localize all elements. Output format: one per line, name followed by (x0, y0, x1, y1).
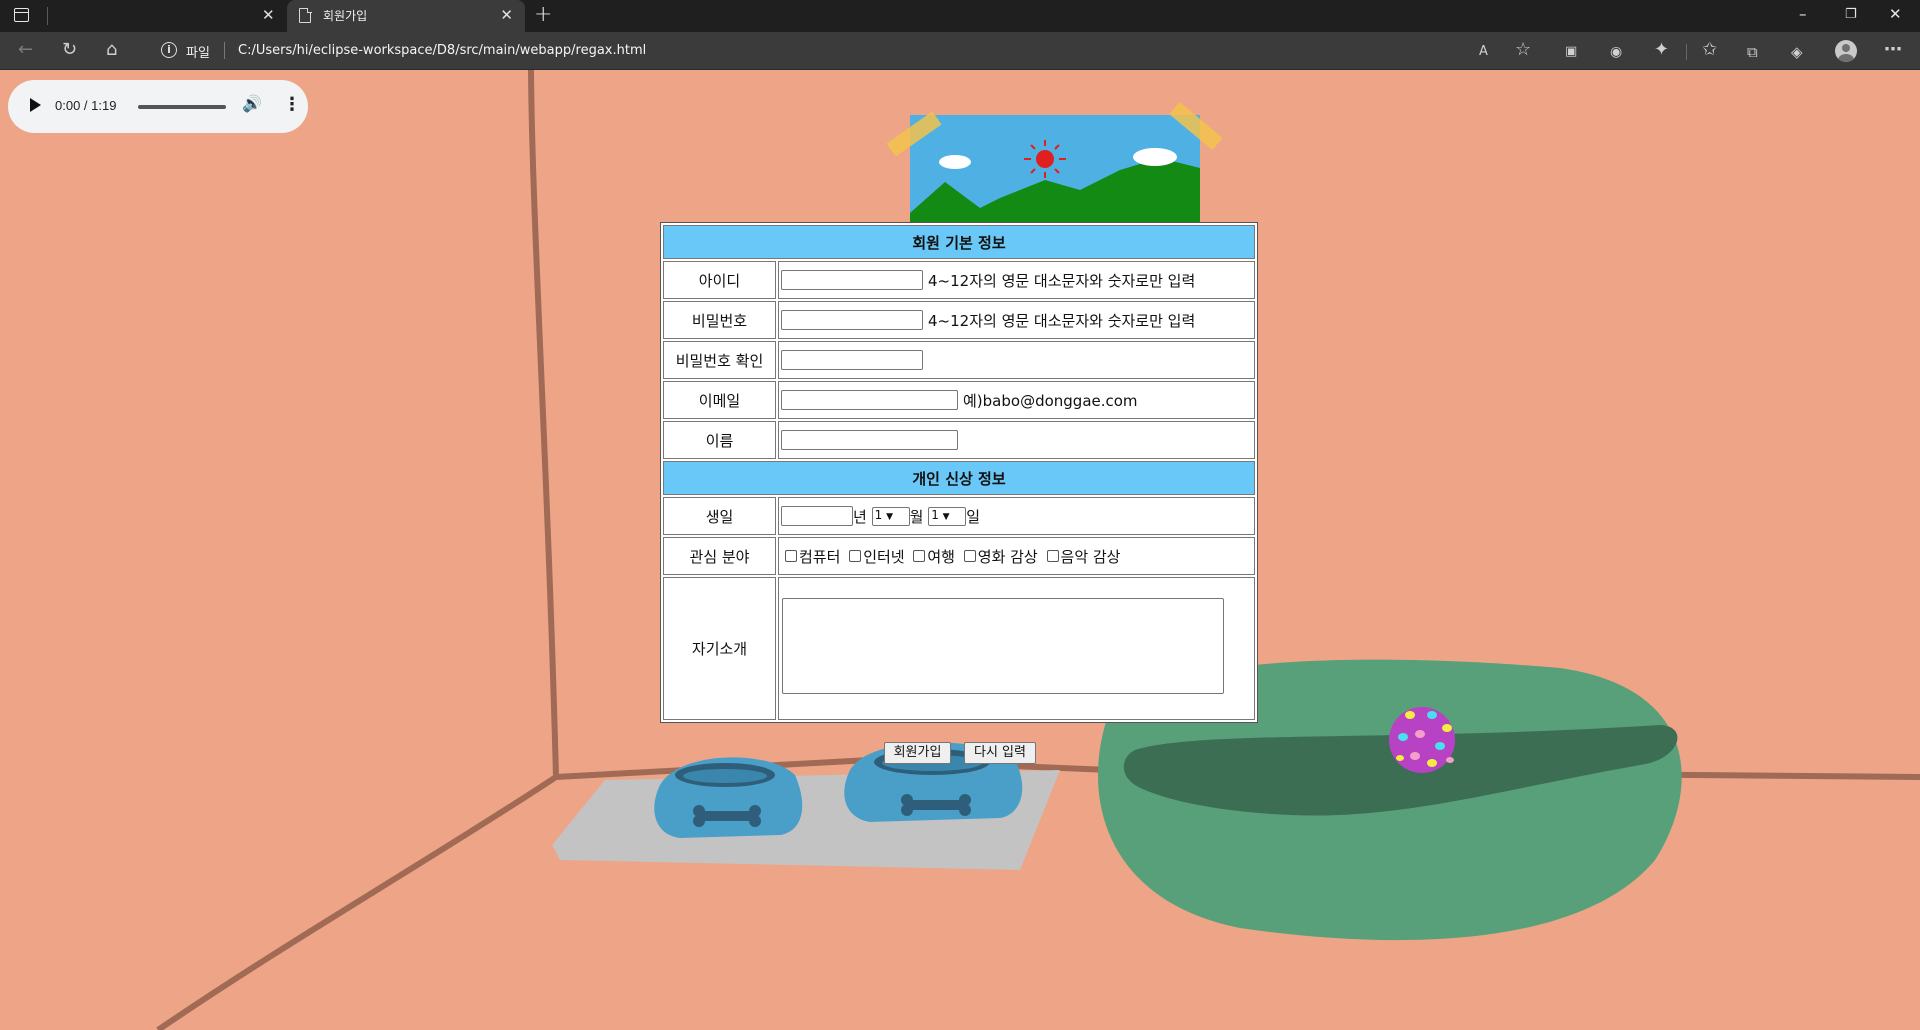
intro-label: 자기소개 (663, 577, 776, 720)
password-confirm-input[interactable] (781, 350, 923, 370)
interest-checkbox-music[interactable] (1046, 550, 1059, 562)
tab-close-icon[interactable]: ✕ (262, 6, 275, 24)
tab-actions-icon[interactable] (14, 8, 29, 22)
interest-label-movie: 영화 감상 (977, 547, 1038, 566)
read-aloud-icon[interactable]: A (1479, 42, 1488, 62)
refresh-icon[interactable]: ↻ (62, 40, 77, 60)
name-input[interactable] (781, 430, 958, 450)
favorites-icon[interactable]: ✩ (1702, 40, 1717, 60)
browser-toolbar: ← ↻ ⌂ i 파일 C:/Users/hi/eclipse-workspace… (0, 32, 1920, 70)
birth-year-input[interactable] (781, 506, 853, 526)
audio-time: 0:00 / 1:19 (55, 98, 117, 113)
day-unit: 일 (966, 507, 980, 526)
toolbar-divider (1686, 44, 1687, 60)
more-menu-icon[interactable]: ⋯ (1884, 40, 1902, 60)
address-bar[interactable]: C:/Users/hi/eclipse-workspace/D8/src/mai… (238, 43, 646, 58)
extensions-icon[interactable]: ✦ (1654, 40, 1669, 60)
restore-icon[interactable]: ❐ (1845, 7, 1857, 22)
close-window-icon[interactable]: ✕ (1889, 5, 1902, 23)
volume-icon[interactable]: 🔊 (242, 94, 262, 113)
interest-label-travel: 여행 (927, 547, 955, 566)
interest-label-internet: 인터넷 (863, 547, 905, 566)
chevron-down-icon: ▼ (886, 511, 893, 522)
interest-checkbox-internet[interactable] (849, 550, 862, 562)
year-unit: 년 (853, 507, 867, 526)
interest-label: 관심 분야 (663, 537, 776, 575)
password-confirm-label: 비밀번호 확인 (663, 341, 776, 379)
interest-checkbox-computer[interactable] (785, 550, 797, 562)
id-hint: 4~12자의 영문 대소문자와 숫자로만 입력 (928, 271, 1196, 290)
info-icon[interactable]: i (161, 42, 177, 58)
tab-divider (47, 7, 48, 25)
interest-checkbox-movie[interactable] (963, 550, 976, 562)
birthday-label: 생일 (663, 497, 776, 535)
birth-day-select[interactable]: 1 ▼ (928, 506, 967, 526)
email-input[interactable] (781, 390, 958, 410)
email-label: 이메일 (663, 381, 776, 419)
id-label: 아이디 (663, 261, 776, 299)
tab-bar: ✕ 회원가입 ✕ + – ❐ ✕ (0, 0, 1920, 32)
audio-options-icon[interactable]: ⋮ (283, 94, 301, 115)
chevron-down-icon: ▼ (942, 511, 950, 522)
signup-form-table: 회원 기본 정보 아이디 4~12자의 영문 대소문자와 숫자로만 입력 비밀번… (660, 222, 1258, 723)
audio-progress-slider[interactable] (138, 105, 226, 109)
browser-essentials-icon[interactable]: ◈ (1791, 42, 1803, 62)
back-icon[interactable]: ← (18, 40, 33, 60)
email-hint: 예)babo@donggae.com (963, 391, 1138, 410)
day-value: 1 (931, 507, 939, 522)
address-divider (224, 42, 225, 59)
immersive-reader-icon[interactable]: ▣ (1565, 42, 1577, 62)
submit-button[interactable]: 회원가입 (884, 742, 951, 764)
home-icon[interactable]: ⌂ (106, 40, 117, 60)
page-content: 0:00 / 1:19 🔊 ⋮ 회원 기본 정보 아이디 4~12자의 영문 대… (0, 70, 1920, 1030)
collections-icon[interactable]: ⧉ (1747, 42, 1758, 62)
interest-label-music: 음악 감상 (1060, 547, 1121, 566)
birth-month-select[interactable]: 1 ▼ (871, 506, 910, 526)
address-scheme: 파일 (186, 46, 210, 61)
favorite-add-icon[interactable]: ☆ (1515, 40, 1531, 60)
interest-label-computer: 컴퓨터 (799, 547, 841, 566)
id-input[interactable] (781, 270, 923, 290)
minimize-icon[interactable]: – (1799, 5, 1807, 23)
basic-info-header: 회원 기본 정보 (663, 225, 1255, 259)
tab-title: 회원가입 (323, 9, 368, 23)
page-icon (299, 7, 312, 23)
password-input[interactable] (781, 310, 923, 330)
password-label: 비밀번호 (663, 301, 776, 339)
name-label: 이름 (663, 421, 776, 459)
interest-checkbox-travel[interactable] (913, 550, 926, 562)
intro-textarea[interactable] (782, 597, 1224, 694)
play-icon[interactable] (30, 98, 41, 112)
audio-player: 0:00 / 1:19 🔊 ⋮ (8, 80, 308, 133)
tab-active[interactable]: 회원가입 ✕ (287, 0, 525, 32)
new-tab-icon[interactable]: + (534, 2, 552, 27)
password-hint: 4~12자의 영문 대소문자와 숫자로만 입력 (928, 311, 1196, 330)
reset-button[interactable]: 다시 입력 (964, 742, 1036, 764)
tab-close-icon[interactable]: ✕ (500, 6, 513, 24)
screenshot-icon[interactable]: ◉ (1610, 42, 1622, 62)
month-value: 1 (874, 507, 883, 522)
month-unit: 월 (909, 507, 924, 526)
profile-avatar[interactable] (1835, 40, 1857, 62)
personal-info-header: 개인 신상 정보 (663, 461, 1255, 495)
